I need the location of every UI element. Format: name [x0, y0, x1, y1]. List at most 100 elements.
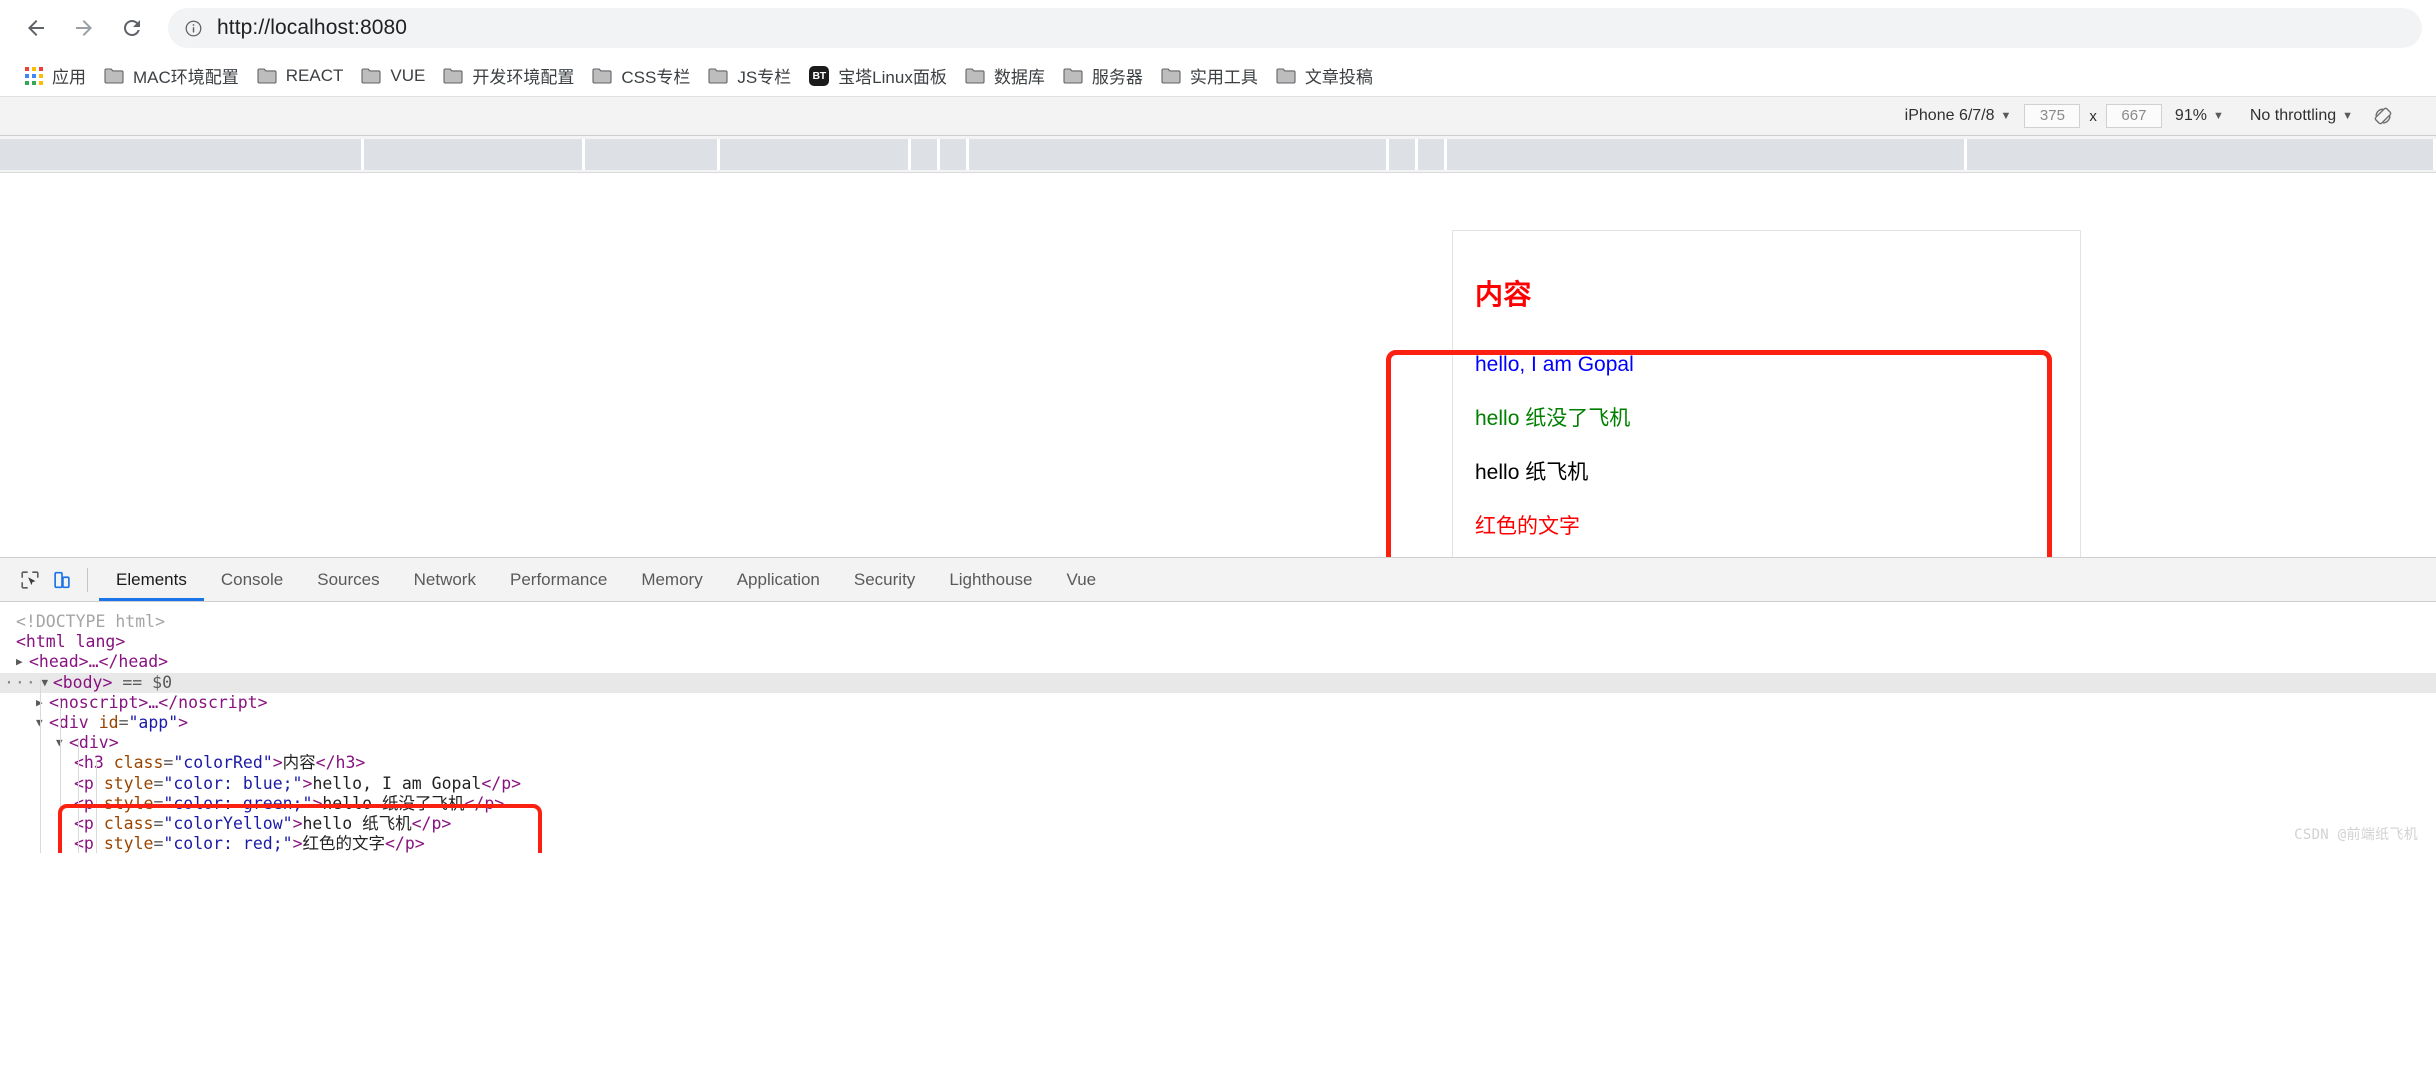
tab-sources[interactable]: Sources — [300, 558, 396, 601]
tab-security[interactable]: Security — [837, 558, 932, 601]
bookmark-js[interactable]: JS专栏 — [699, 58, 800, 93]
dom-tag-p-open: <p — [74, 793, 94, 813]
dom-tag-p-end: </p> — [481, 773, 522, 793]
throttling-value: No throttling — [2249, 107, 2337, 124]
dom-attr-style: style — [103, 793, 154, 813]
folder-icon — [443, 68, 463, 84]
dom-selected-marker: == $0 — [112, 672, 173, 692]
apps-grid-icon — [25, 66, 43, 85]
dom-row-p-red[interactable]: <p style = "color: red;" > 红色的文字 </p> — [0, 834, 2436, 853]
devtools-panel: Elements Console Sources Network Perform… — [0, 557, 2436, 853]
dom-attr-style-value: "color: blue;" — [163, 773, 303, 793]
device-select[interactable]: iPhone 6/7/8 ▼ — [1892, 107, 2025, 125]
tab-performance[interactable]: Performance — [493, 558, 624, 601]
device-screen: 内容 hello, I am Gopal hello 纸没了飞机 hello 纸… — [1452, 230, 2081, 557]
ruler-segment — [940, 139, 969, 170]
dom-row-body[interactable]: ··· ▼ <body> == $0 — [0, 672, 2436, 693]
address-bar-url: http://localhost:8080 — [217, 16, 408, 39]
page-paragraph-2: hello 纸没了飞机 — [1475, 407, 1631, 430]
bookmark-label: REACT — [285, 65, 344, 85]
tab-console[interactable]: Console — [204, 558, 300, 601]
bookmark-label: 服务器 — [1091, 68, 1143, 87]
page-paragraph-4: 红色的文字 — [1475, 515, 1580, 538]
bookmark-dev-env[interactable]: 开发环境配置 — [434, 58, 583, 93]
bookmark-label: MAC环境配置 — [133, 68, 239, 87]
folder-icon — [592, 68, 612, 84]
bookmark-label: 数据库 — [993, 68, 1045, 87]
dom-text-p: 红色的文字 — [302, 834, 386, 853]
tab-memory[interactable]: Memory — [624, 558, 719, 601]
bookmark-apps[interactable]: 应用 — [16, 58, 95, 93]
reload-button[interactable] — [110, 6, 154, 50]
tab-application[interactable]: Application — [720, 558, 837, 601]
info-circle-icon[interactable] — [184, 19, 203, 38]
bookmark-tools[interactable]: 实用工具 — [1152, 58, 1267, 93]
ruler-segment — [1418, 139, 1447, 170]
bookmark-vue[interactable]: VUE — [352, 61, 434, 91]
bookmark-mac-env[interactable]: MAC环境配置 — [95, 58, 248, 93]
dom-doctype-text: <!DOCTYPE html> — [16, 612, 166, 631]
dom-row-doctype[interactable]: <!DOCTYPE html> — [0, 612, 2436, 632]
inspect-element-button[interactable] — [14, 564, 46, 596]
bookmark-database[interactable]: 数据库 — [956, 58, 1054, 93]
bookmark-label: VUE — [390, 65, 426, 85]
inspect-element-icon — [21, 570, 39, 589]
bookmark-articles[interactable]: 文章投稿 — [1267, 58, 1382, 93]
dom-row-html[interactable]: <html lang> — [0, 632, 2436, 652]
folder-icon — [965, 68, 985, 84]
zoom-value: 91% — [2174, 107, 2207, 124]
zoom-select[interactable]: 91% ▼ — [2162, 107, 2237, 125]
dom-row-div-inner[interactable]: ▼<div> — [0, 733, 2436, 753]
forward-button[interactable] — [62, 6, 106, 50]
dom-text-h3: 内容 — [282, 753, 316, 773]
dom-tag-p-open: <p — [74, 773, 94, 793]
bookmark-baota[interactable]: BT 宝塔Linux面板 — [800, 58, 956, 93]
back-button[interactable] — [14, 6, 58, 50]
chevron-down-icon: ▼ — [2000, 110, 2012, 122]
collapse-arrow-icon[interactable]: ▼ — [56, 733, 69, 753]
dom-text-p: hello, I am Gopal — [312, 773, 482, 793]
viewport-height-input[interactable]: 667 — [2105, 104, 2162, 128]
ruler-segment — [0, 139, 364, 170]
bookmark-react[interactable]: REACT — [248, 61, 353, 91]
dom-row-head[interactable]: ▶ <head>…</head> — [0, 652, 2436, 672]
tab-elements[interactable]: Elements — [99, 558, 204, 601]
dom-tag-h3-end: </h3> — [315, 753, 366, 773]
dom-attr-style: style — [103, 834, 154, 853]
expand-arrow-icon[interactable]: ▶ — [36, 693, 49, 713]
tab-lighthouse[interactable]: Lighthouse — [932, 558, 1049, 601]
chevron-down-icon: ▼ — [2212, 110, 2224, 122]
dom-row-h3[interactable]: <h3 class = "colorRed" > 内容 </h3> — [0, 753, 2436, 773]
dom-tag-p-end: </p> — [385, 834, 425, 853]
expand-arrow-icon[interactable]: ▶ — [16, 652, 29, 672]
rotate-device-button[interactable] — [2366, 105, 2400, 127]
bookmark-css[interactable]: CSS专栏 — [583, 58, 699, 93]
dom-tag-div-open: <div — [49, 712, 89, 732]
address-bar[interactable]: http://localhost:8080 — [168, 8, 2422, 48]
device-toolbar-button[interactable] — [46, 564, 78, 596]
bookmark-server[interactable]: 服务器 — [1054, 58, 1152, 93]
dom-row-p-green[interactable]: <p style = "color: green;" > hello 纸没了飞机 </p> — [0, 794, 2436, 814]
viewport-ruler-track — [0, 139, 2436, 170]
folder-icon — [708, 68, 728, 84]
collapse-arrow-icon[interactable]: ▼ — [36, 713, 49, 733]
dom-row-p-yellow[interactable]: <p class = "colorYellow" > hello 纸飞机 </p> — [0, 814, 2436, 834]
bookmark-label: 开发环境配置 — [472, 68, 575, 87]
dom-attr-class: class — [103, 813, 154, 833]
dom-attr-id-value: "app" — [128, 712, 179, 732]
dom-tag-body: <body> — [52, 672, 113, 692]
dom-row-div-app[interactable]: ▼<div id="app"> — [0, 713, 2436, 733]
dom-tree: <!DOCTYPE html> <html lang> ▶ <head>…</he… — [0, 602, 2436, 853]
dom-row-noscript[interactable]: ▶<noscript>…</noscript> — [0, 693, 2436, 713]
bookmark-label: 文章投稿 — [1304, 68, 1373, 87]
page-paragraph-3: hello 纸飞机 — [1475, 461, 1589, 484]
folder-icon — [257, 68, 277, 84]
viewport-width-input[interactable]: 375 — [2024, 104, 2081, 128]
throttling-select[interactable]: No throttling ▼ — [2237, 107, 2366, 125]
tab-vue[interactable]: Vue — [1050, 558, 1114, 601]
dom-badge-dots[interactable]: ··· — [0, 673, 37, 693]
dom-row-p-blue[interactable]: <p style = "color: blue;" > hello, I am Gopa… — [0, 774, 2436, 794]
folder-icon — [1276, 68, 1296, 84]
tab-network[interactable]: Network — [397, 558, 493, 601]
folder-icon — [1063, 68, 1083, 84]
